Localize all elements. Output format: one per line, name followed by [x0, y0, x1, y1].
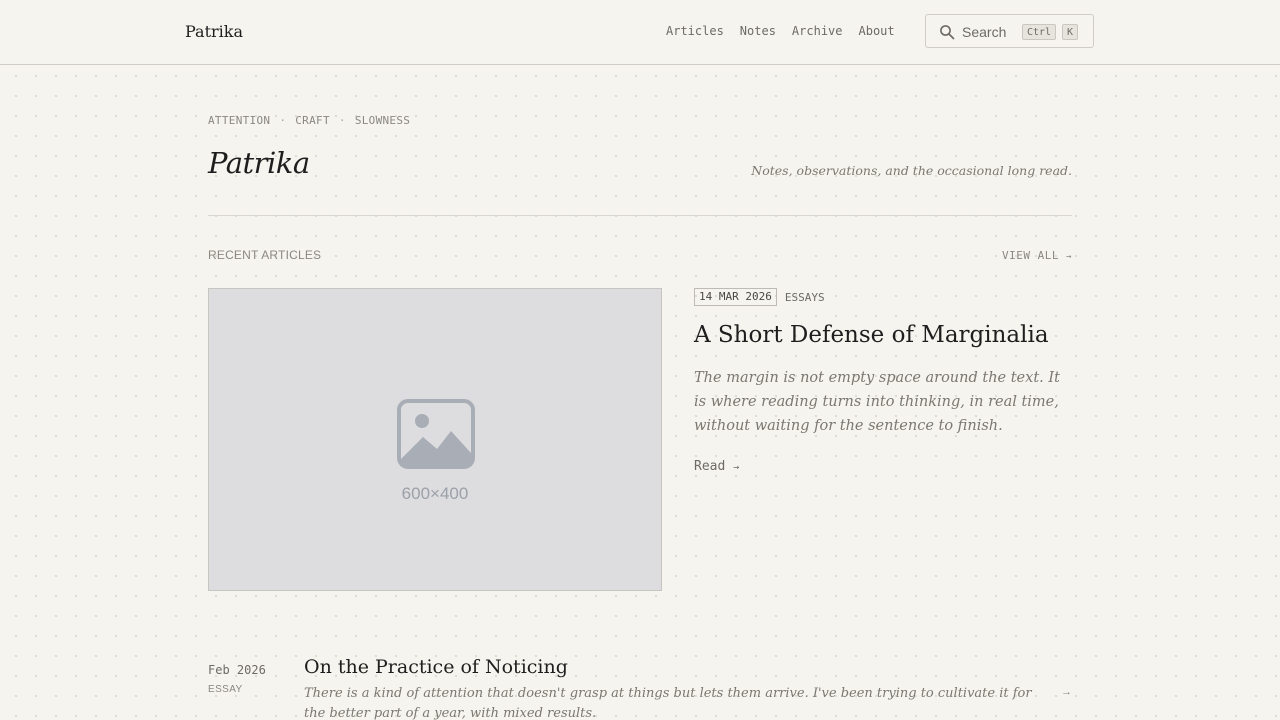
image-placeholder-icon — [397, 399, 475, 469]
view-all-link[interactable]: VIEW ALL → — [1002, 249, 1072, 262]
nav-archive[interactable]: Archive — [792, 24, 843, 38]
read-featured-link[interactable]: Read → — [694, 459, 739, 474]
search-label: Search — [962, 24, 1007, 40]
arrow-right-icon: → — [733, 462, 740, 473]
image-dimensions-label: 600×400 — [401, 484, 469, 503]
topic-attention: ATTENTION — [208, 114, 271, 127]
view-all-label: VIEW ALL — [1001, 249, 1059, 262]
featured-category[interactable]: ESSAYS — [785, 291, 825, 304]
nav-about[interactable]: About — [859, 24, 895, 38]
nav-notes[interactable]: Notes — [740, 24, 776, 38]
arrow-right-icon: → — [1061, 686, 1072, 698]
shortcut-ctrl-key: Ctrl — [1022, 24, 1057, 40]
page-title: Patrika — [208, 146, 310, 180]
shortcut-k-key: K — [1062, 24, 1079, 40]
nav-articles[interactable]: Articles — [666, 24, 724, 38]
article-list-item[interactable]: Feb 2026 ESSAY On the Practice of Notici… — [208, 656, 1072, 720]
site-tagline: Notes, observations, and the occasional … — [751, 163, 1072, 178]
article-excerpt: There is a kind of attention that doesn'… — [304, 686, 1032, 720]
article-type: ESSAY — [208, 684, 243, 695]
site-header: Patrika Articles Notes Archive About Sea… — [0, 0, 1280, 65]
topic-separator: · — [279, 114, 287, 127]
featured-date: 14 MAR 2026 — [694, 288, 777, 306]
featured-excerpt: The margin is not empty space around the… — [694, 370, 1060, 434]
article-title[interactable]: On the Practice of Noticing — [304, 656, 568, 678]
section-divider — [208, 215, 1072, 216]
featured-article-image[interactable]: 600×400 — [208, 288, 662, 591]
featured-title[interactable]: A Short Defense of Marginalia — [694, 322, 1049, 348]
topic-craft: CRAFT — [295, 114, 330, 127]
main-nav: Articles Notes Archive About — [666, 24, 895, 38]
search-button[interactable]: Search Ctrl K — [925, 14, 1094, 48]
brand-logo[interactable]: Patrika — [185, 22, 243, 41]
read-label: Read — [694, 459, 726, 474]
article-date: Feb 2026 — [208, 663, 266, 677]
arrow-right-icon: → — [1066, 252, 1072, 262]
recent-articles-heading: RECENT ARTICLES — [208, 248, 322, 262]
topic-slowness: SLOWNESS — [354, 114, 411, 127]
topic-eyebrow: ATTENTION · CRAFT · SLOWNESS — [208, 114, 410, 127]
topic-separator: · — [338, 114, 346, 127]
featured-meta: 14 MAR 2026 ESSAYS — [694, 288, 825, 306]
search-icon — [940, 25, 955, 40]
